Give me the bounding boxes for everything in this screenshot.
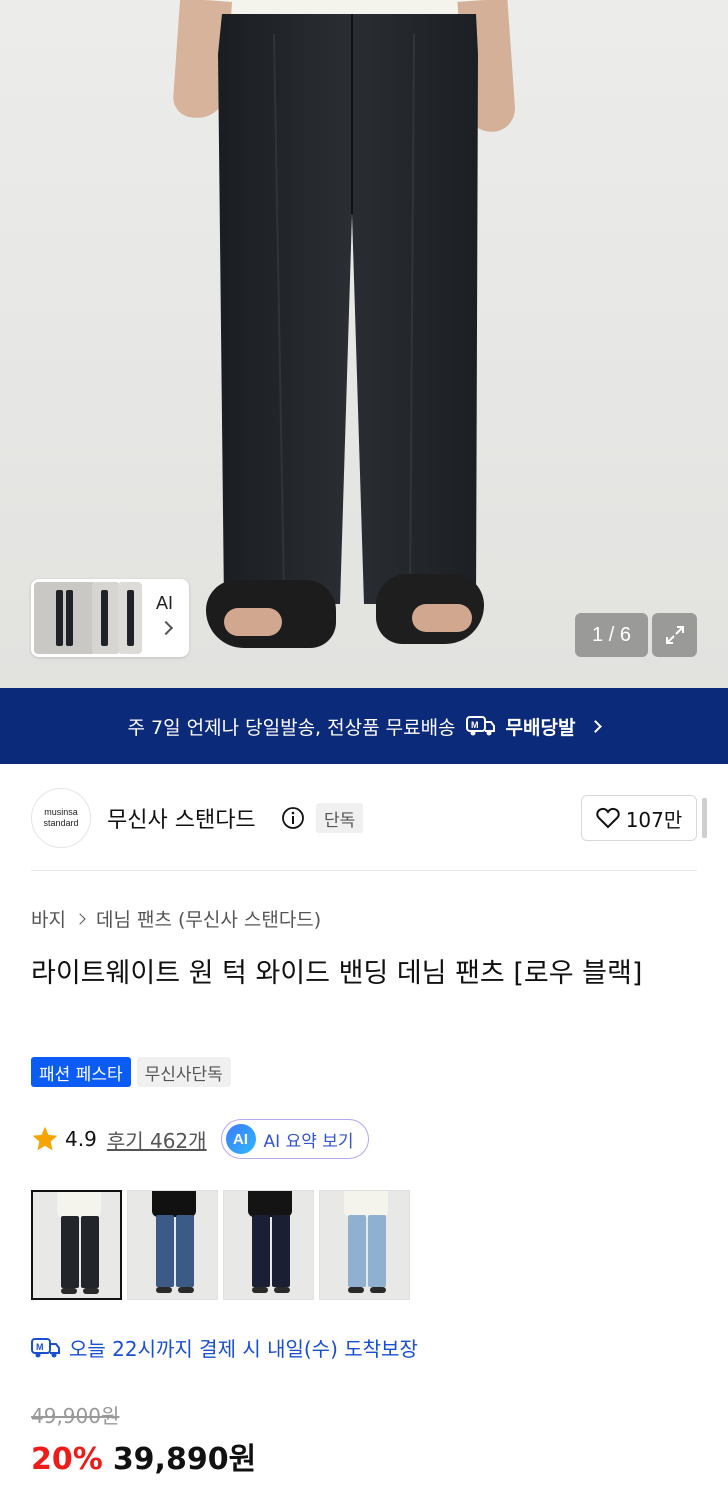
delivery-banner[interactable]: 주 7일 언제나 당일발송, 전상품 무료배송 M 무배당발 (0, 688, 728, 764)
ai-summary-label: AI 요약 보기 (263, 1131, 354, 1152)
expand-button[interactable] (652, 613, 697, 657)
sale-price: 39,890원 (112, 1442, 257, 1477)
review-link[interactable]: 후기 462개 (107, 1125, 207, 1154)
breadcrumb: 바지 데님 팬츠 (무신사 스탠다드) (31, 905, 321, 932)
breadcrumb-category[interactable]: 바지 (31, 905, 66, 932)
right-foot (412, 604, 472, 632)
product-tags: 패션 페스타 무신사단독 (31, 1057, 231, 1087)
brand-logo[interactable]: musinsa standard (31, 788, 91, 848)
heart-icon (596, 807, 620, 829)
thumb-image-2 (92, 582, 120, 654)
color-option-light-blue[interactable] (319, 1190, 410, 1300)
ai-lookbook-thumbnail[interactable]: AI (31, 579, 189, 657)
product-title: 라이트웨이트 원 턱 와이드 밴딩 데님 팬츠 [로우 블랙] (31, 958, 643, 989)
svg-text:M: M (36, 1342, 44, 1352)
delivery-text: 오늘 22시까지 결제 시 내일(수) 도착보장 (69, 1337, 418, 1361)
brand-name[interactable]: 무신사 스탠다드 (107, 802, 256, 834)
color-option-dark-navy[interactable] (223, 1190, 314, 1300)
color-option-low-black[interactable] (31, 1190, 122, 1300)
thumbnail-images (34, 582, 144, 654)
color-option-mid-blue[interactable] (127, 1190, 218, 1300)
thumb-image-1 (34, 582, 96, 654)
exclusive-badge: 단독 (316, 803, 364, 833)
chevron-right-icon (589, 719, 603, 733)
color-options (31, 1190, 410, 1300)
discount-rate: 20% (31, 1442, 103, 1477)
price-row: 20% 39,890원 (31, 1434, 256, 1478)
ai-summary-button[interactable]: AI AI 요약 보기 (220, 1119, 369, 1159)
image-counter: 1 / 6 (575, 613, 648, 657)
expand-icon (665, 626, 684, 644)
ai-badge-icon: AI (225, 1124, 256, 1154)
banner-badge: 무배당발 (505, 716, 576, 739)
like-button[interactable]: 107만 (581, 795, 697, 841)
rating-row: 4.9 후기 462개 AI AI 요약 보기 (31, 1118, 369, 1160)
rating-value: 4.9 (65, 1127, 97, 1151)
delivery-guarantee: M 오늘 22시까지 결제 시 내일(수) 도착보장 (31, 1333, 418, 1362)
tag-fashion-festa[interactable]: 패션 페스타 (31, 1057, 131, 1087)
info-icon[interactable] (281, 806, 305, 830)
divider (31, 870, 697, 871)
breadcrumb-subcategory[interactable]: 데님 팬츠 (무신사 스탠다드) (96, 905, 321, 932)
like-count: 107만 (625, 807, 683, 832)
thumb-image-3 (118, 582, 142, 654)
original-price: 49,900원 (31, 1404, 120, 1428)
tag-musinsa-exclusive: 무신사단독 (136, 1057, 231, 1087)
svg-text:M: M (471, 720, 479, 730)
brand-row: musinsa standard 무신사 스탠다드 단독 107만 (31, 788, 707, 848)
chevron-right-icon (158, 620, 174, 636)
pants-illustration (218, 14, 478, 604)
product-main-image[interactable]: AI 1 / 6 (0, 0, 728, 688)
logo-text-line2: standard (43, 818, 79, 828)
left-foot (224, 608, 282, 636)
scroll-indicator (702, 798, 707, 838)
truck-icon: M (31, 1337, 60, 1357)
star-icon (32, 1126, 58, 1151)
logo-text-line1: musinsa (44, 807, 78, 817)
ai-label: AI (156, 593, 174, 613)
chevron-right-icon (74, 912, 86, 925)
banner-text: 주 7일 언제나 당일발송, 전상품 무료배송 (127, 716, 456, 739)
truck-icon: M (465, 716, 495, 736)
